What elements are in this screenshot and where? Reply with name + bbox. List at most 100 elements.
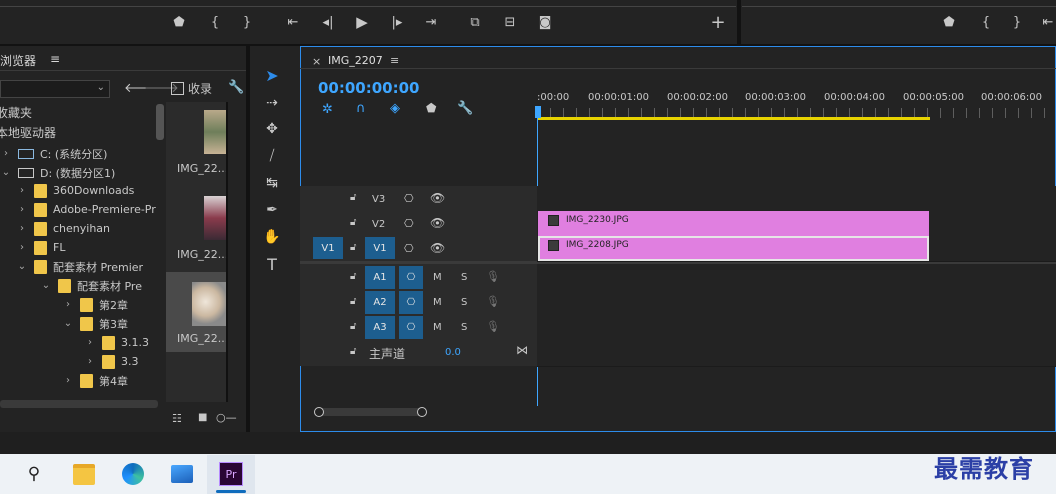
track-label-v2[interactable]: V2	[372, 219, 385, 230]
lock-icon[interactable]: 🔓︎	[350, 271, 356, 282]
solo-button[interactable]: S	[461, 322, 467, 333]
clip-v1-selected[interactable]: IMG_2208.JPG	[538, 236, 929, 261]
sync-lock-icon[interactable]: ⎔	[404, 217, 414, 230]
clip-v2[interactable]: IMG_2230.JPG	[538, 211, 929, 236]
tree-item-folder[interactable]: › 3.3	[84, 352, 139, 371]
play-icon[interactable]: ▶	[352, 12, 372, 32]
mic-icon[interactable]: 🎙︎	[486, 320, 500, 333]
master-volume-value[interactable]: 0.0	[445, 347, 461, 358]
media-thumbnail[interactable]: IMG_22...	[166, 188, 228, 268]
sequence-tab[interactable]: IMG_2207	[328, 54, 383, 67]
media-thumbnail[interactable]: IMG_22...	[166, 102, 228, 182]
track-target-v1[interactable]: V1	[365, 237, 395, 259]
overwrite-icon[interactable]: ⊟	[499, 12, 521, 32]
lock-icon[interactable]: 🔓︎	[350, 242, 356, 253]
track-target-a2[interactable]: A2	[365, 291, 395, 314]
tree-item-folder[interactable]: › 3.1.3	[84, 333, 149, 352]
program-scrubber[interactable]	[742, 0, 1056, 7]
go-to-end-icon[interactable]: ⋈	[516, 343, 528, 357]
timeline-settings-icon[interactable]: 🔧	[457, 101, 473, 116]
tree-item-folder[interactable]: ⌄ 配套素材 Pre	[40, 276, 142, 295]
premiere-pro-icon[interactable]: Pr	[215, 459, 247, 489]
selection-tool-icon[interactable]: ➤	[260, 64, 284, 86]
track-select-icon[interactable]: ⇢	[260, 92, 284, 114]
track-lane-a1[interactable]	[537, 264, 1056, 290]
icon-view-icon[interactable]: ■	[198, 412, 207, 423]
edge-browser-icon[interactable]	[117, 459, 149, 489]
lock-icon[interactable]: 🔓︎	[350, 346, 356, 357]
track-label-v3[interactable]: V3	[372, 194, 385, 205]
program-add-marker-icon[interactable]: ⬟	[940, 12, 958, 32]
sync-lock-icon[interactable]: ⎔	[404, 192, 414, 205]
tree-scrollbar[interactable]	[156, 104, 164, 140]
tree-item-folder[interactable]: › 第4章	[62, 371, 128, 390]
close-tab-icon[interactable]: ×	[312, 55, 321, 68]
add-button-icon[interactable]: +	[708, 12, 728, 33]
work-area-bar[interactable]	[537, 117, 930, 120]
eye-icon[interactable]: 👁︎	[430, 241, 445, 255]
lock-icon[interactable]: 🔓︎	[350, 296, 356, 307]
program-mark-out-icon[interactable]: }	[1008, 12, 1026, 32]
solo-button[interactable]: S	[461, 272, 467, 283]
zoom-slider-icon[interactable]: ○—	[216, 411, 237, 424]
step-forward-icon[interactable]: |▸	[387, 12, 407, 32]
mic-icon[interactable]: 🎙︎	[486, 270, 500, 283]
mic-icon[interactable]: 🎙︎	[486, 295, 500, 308]
hand-tool-icon[interactable]: ✋	[260, 226, 284, 248]
panel-title[interactable]: 浏览器	[0, 52, 36, 69]
sync-lock-icon[interactable]: ⎔	[399, 291, 423, 314]
timecode-display[interactable]: 00:00:00:00	[318, 79, 420, 97]
track-target-a1[interactable]: A1	[365, 266, 395, 289]
track-lane-v3[interactable]	[537, 186, 1056, 212]
sync-lock-icon[interactable]: ⎔	[404, 242, 414, 255]
track-lane-master[interactable]	[537, 339, 1056, 367]
pen-tool-icon[interactable]: ✒	[260, 199, 284, 221]
wrench-icon[interactable]: 🔧	[228, 80, 244, 95]
track-target-a3[interactable]: A3	[365, 316, 395, 339]
tree-item-folder[interactable]: ⌄ 第3章	[62, 314, 128, 333]
mute-button[interactable]: M	[433, 297, 442, 308]
type-tool-icon[interactable]: T	[260, 253, 284, 275]
eye-icon[interactable]: 👁︎	[430, 216, 445, 230]
tab-menu-icon[interactable]: ≡	[390, 54, 399, 67]
tree-item-folder[interactable]: › 360Downloads	[16, 181, 134, 200]
favorites-label[interactable]: 收藏夹	[0, 104, 32, 121]
snap-icon[interactable]: ∩	[356, 101, 366, 116]
ripple-edit-icon[interactable]: ✥	[260, 118, 284, 140]
media-thumbnail-selected[interactable]: IMG_22...	[166, 272, 228, 352]
photos-app-icon[interactable]	[166, 459, 198, 489]
lock-icon[interactable]: 🔓︎	[350, 192, 356, 203]
step-back-icon[interactable]: ◂|	[318, 12, 338, 32]
linked-selection-icon[interactable]: ◈	[390, 101, 400, 116]
zoom-handle-right[interactable]	[417, 407, 427, 417]
tree-item-folder[interactable]: › chenyihan	[16, 219, 110, 238]
razor-tool-icon[interactable]: ⧸	[260, 145, 284, 167]
lock-icon[interactable]: 🔓︎	[350, 321, 356, 332]
eye-icon[interactable]: 👁︎	[430, 191, 445, 205]
tree-item-folder[interactable]: ⌄ 配套素材 Premier	[16, 257, 143, 276]
program-go-to-in-icon[interactable]: ⇤	[1040, 12, 1056, 32]
playhead-handle[interactable]	[535, 106, 541, 118]
tree-item-folder[interactable]: › 第2章	[62, 295, 128, 314]
nest-toggle-icon[interactable]: ✲	[322, 102, 333, 117]
mark-out-icon[interactable]: }	[238, 12, 256, 32]
track-lane-a3[interactable]	[537, 314, 1056, 340]
program-mark-in-icon[interactable]: {	[977, 12, 995, 32]
insert-icon[interactable]: ⧉	[464, 12, 486, 32]
export-frame-icon[interactable]: ◙	[535, 12, 555, 32]
collect-checkbox[interactable]	[171, 82, 184, 95]
add-marker-icon[interactable]: ⬟	[170, 12, 188, 32]
source-patch-v1[interactable]: V1	[313, 237, 343, 259]
mute-button[interactable]: M	[433, 272, 442, 283]
tree-item-folder[interactable]: › Adobe-Premiere-Pr	[16, 200, 156, 219]
file-explorer-icon[interactable]	[68, 459, 100, 489]
zoom-handle-left[interactable]	[314, 407, 324, 417]
slip-tool-icon[interactable]: ↹	[260, 172, 284, 194]
list-view-icon[interactable]: ☷	[172, 412, 182, 425]
search-icon[interactable]: ⚲	[18, 459, 50, 489]
track-lane-a2[interactable]	[537, 289, 1056, 315]
mark-in-icon[interactable]: {	[206, 12, 224, 32]
sync-lock-icon[interactable]: ⎔	[399, 316, 423, 339]
tree-hscrollbar[interactable]	[0, 400, 158, 408]
lock-icon[interactable]: 🔓︎	[350, 217, 356, 228]
